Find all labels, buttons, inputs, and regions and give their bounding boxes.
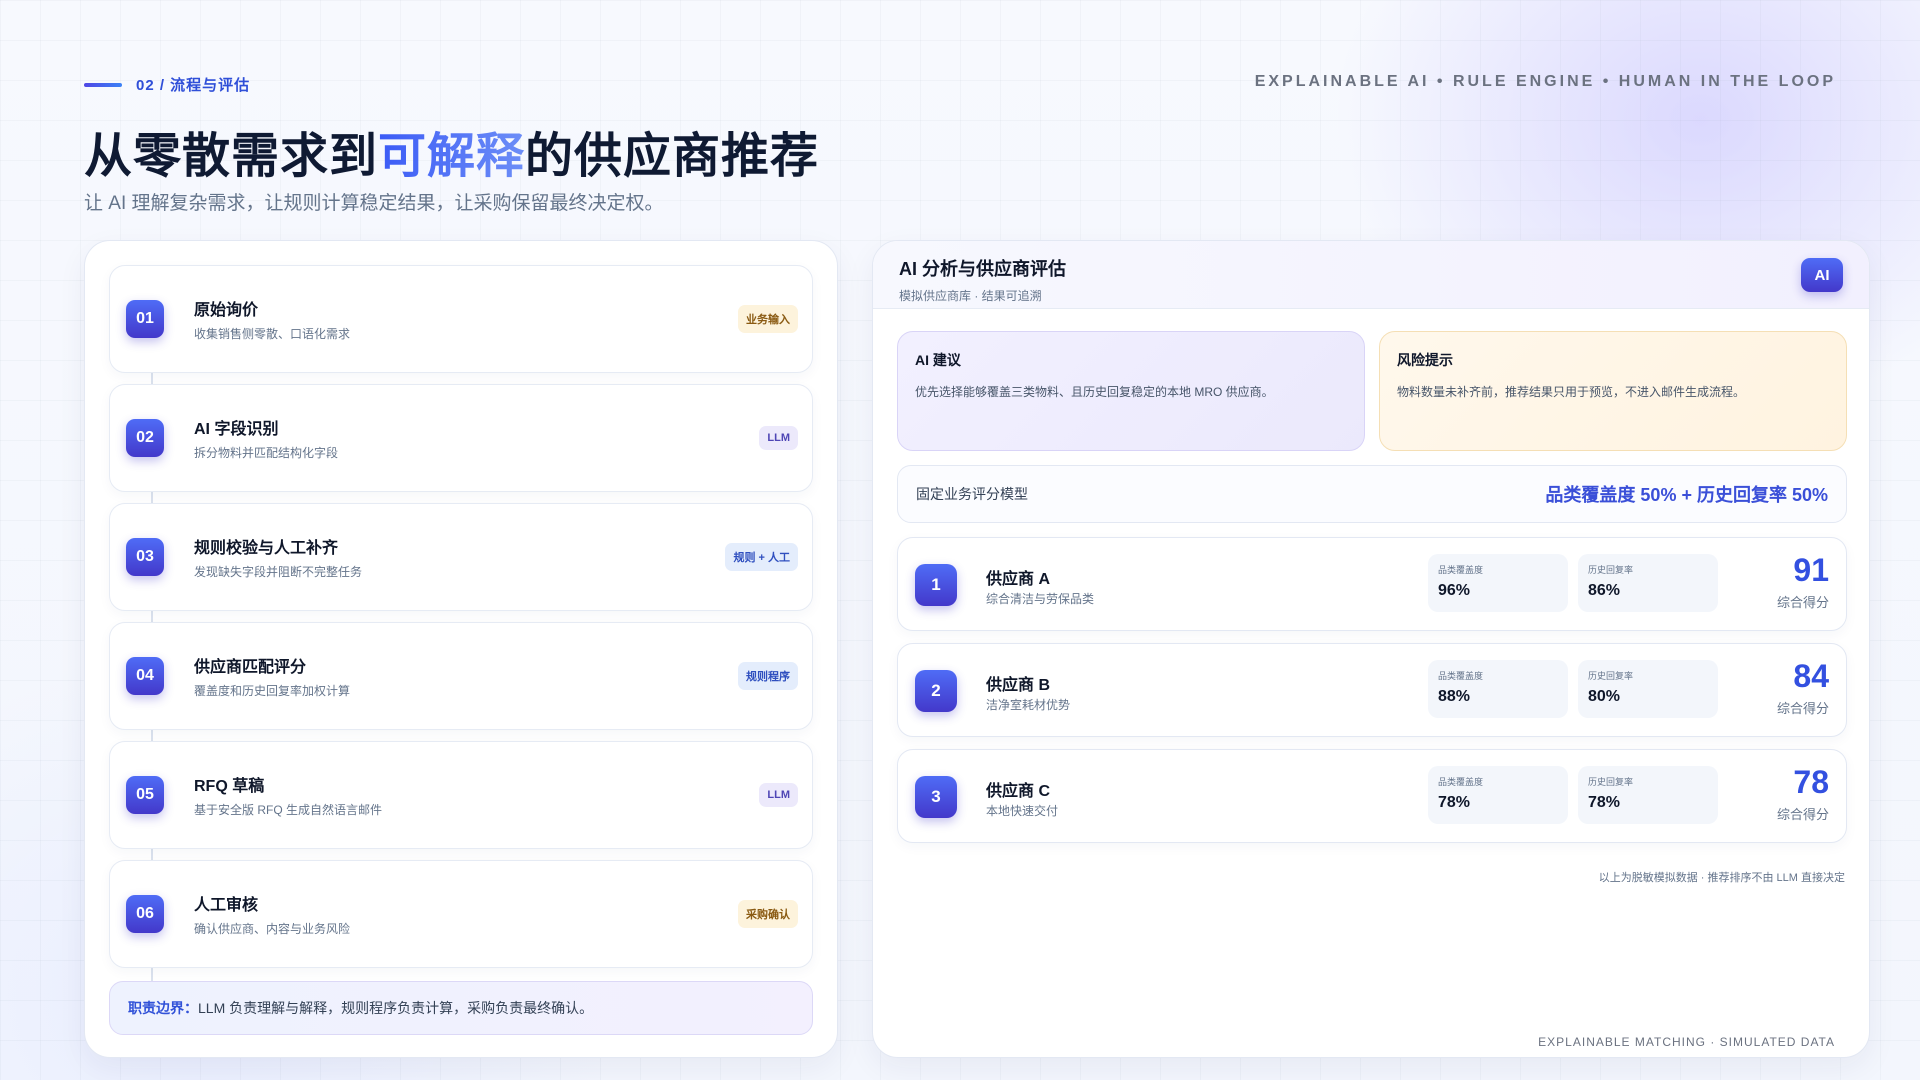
score-label: 综合得分: [1776, 595, 1829, 610]
coverage-metric: 品类覆盖度 88%: [1428, 660, 1568, 718]
supplier-description: 本地快速交付: [986, 804, 1059, 818]
step-number: 01: [126, 300, 164, 338]
step-number: 03: [126, 538, 164, 576]
supplier-row[interactable]: 3 供应商 C 本地快速交付 品类覆盖度 78% 历史回复率 78% 78 综合…: [897, 749, 1847, 843]
step-badge: LLM: [759, 426, 798, 450]
step-title: 供应商匹配评分: [194, 659, 307, 676]
score-label: 综合得分: [1776, 701, 1829, 716]
supplier-description: 洁净室耗材优势: [986, 698, 1071, 712]
kicker-bar: [84, 82, 122, 87]
reply-rate-metric: 历史回复率 86%: [1578, 554, 1718, 612]
duty-label: 职责边界：: [128, 1000, 198, 1016]
supplier-rank: 1: [915, 564, 957, 606]
process-step[interactable]: 01 原始询价 收集销售侧零散、口语化需求 业务输入: [109, 265, 813, 373]
supplier-row[interactable]: 2 供应商 B 洁净室耗材优势 品类覆盖度 88% 历史回复率 80% 84 综…: [897, 643, 1847, 737]
top-tagline: EXPLAINABLE AI • RULE ENGINE • HUMAN IN …: [1254, 73, 1836, 90]
step-number: 05: [126, 776, 164, 814]
step-badge: 规则 + 人工: [725, 543, 798, 571]
ai-suggestion-card: AI 建议 优先选择能够覆盖三类物料、且历史回复稳定的本地 MRO 供应商。: [897, 331, 1365, 451]
card-title: 风险提示: [1397, 352, 1453, 368]
card-text: 物料数量未补齐前，推荐结果只用于预览，不进入邮件生成流程。: [1397, 385, 1746, 399]
metric-value: 88%: [1438, 688, 1471, 705]
supplier-row[interactable]: 1 供应商 A 综合清洁与劳保品类 品类覆盖度 96% 历史回复率 86% 91…: [897, 537, 1847, 631]
process-step[interactable]: 02 AI 字段识别 拆分物料并匹配结构化字段 LLM: [109, 384, 813, 492]
process-panel: 01 原始询价 收集销售侧零散、口语化需求 业务输入 02 AI 字段识别 拆分…: [84, 240, 838, 1058]
reply-rate-metric: 历史回复率 80%: [1578, 660, 1718, 718]
coverage-metric: 品类覆盖度 96%: [1428, 554, 1568, 612]
metric-value: 96%: [1438, 582, 1471, 599]
metric-label: 品类覆盖度: [1438, 671, 1484, 681]
step-description: 确认供应商、内容与业务风险: [194, 922, 351, 936]
card-text: 优先选择能够覆盖三类物料、且历史回复稳定的本地 MRO 供应商。: [915, 385, 1274, 399]
step-description: 收集销售侧零散、口语化需求: [194, 327, 351, 341]
step-number: 04: [126, 657, 164, 695]
metric-label: 历史回复率: [1588, 777, 1634, 787]
metric-value: 86%: [1588, 582, 1621, 599]
section-kicker: 02 / 流程与评估: [84, 74, 250, 95]
step-number: 02: [126, 419, 164, 457]
process-step[interactable]: 04 供应商匹配评分 覆盖度和历史回复率加权计算 规则程序: [109, 622, 813, 730]
panel-title: AI 分析与供应商评估: [899, 259, 1067, 279]
analysis-panel: AI 分析与供应商评估 模拟供应商库 · 结果可追溯 AI AI 建议 优先选择…: [872, 240, 1870, 1058]
metric-label: 历史回复率: [1588, 565, 1634, 575]
ai-badge-icon: AI: [1801, 258, 1843, 292]
title-highlight: 可解释: [378, 130, 526, 183]
metric-value: 78%: [1438, 794, 1471, 811]
step-number: 06: [126, 895, 164, 933]
supplier-name: 供应商 A: [986, 571, 1051, 588]
risk-warning-card: 风险提示 物料数量未补齐前，推荐结果只用于预览，不进入邮件生成流程。: [1379, 331, 1847, 451]
title-suffix: 的供应商推荐: [525, 130, 820, 183]
step-badge: LLM: [759, 783, 798, 807]
section-label: 02 / 流程与评估: [136, 77, 251, 94]
metric-label: 历史回复率: [1588, 671, 1634, 681]
step-title: RFQ 草稿: [194, 778, 265, 795]
step-description: 拆分物料并匹配结构化字段: [194, 446, 339, 460]
supplier-rank: 3: [915, 776, 957, 818]
supplier-name: 供应商 C: [986, 783, 1051, 800]
score-value: 84: [1793, 658, 1829, 694]
step-title: 原始询价: [194, 302, 259, 319]
step-description: 覆盖度和历史回复率加权计算: [194, 684, 351, 698]
supplier-name: 供应商 B: [986, 677, 1051, 694]
supplier-score: 91 综合得分: [1777, 554, 1829, 611]
title-prefix: 从零散需求到: [84, 130, 379, 183]
score-value: 78: [1793, 764, 1829, 800]
metric-label: 品类覆盖度: [1438, 565, 1484, 575]
metric-value: 80%: [1588, 688, 1621, 705]
coverage-metric: 品类覆盖度 78%: [1428, 766, 1568, 824]
metric-label: 品类覆盖度: [1438, 777, 1484, 787]
reply-rate-metric: 历史回复率 78%: [1578, 766, 1718, 824]
scoring-model-bar: 固定业务评分模型 品类覆盖度 50% + 历史回复率 50%: [897, 465, 1847, 523]
data-disclaimer: 以上为脱敏模拟数据 · 推荐排序不由 LLM 直接决定: [1598, 872, 1845, 884]
card-title: AI 建议: [915, 352, 961, 368]
footer-note: EXPLAINABLE MATCHING · SIMULATED DATA: [1538, 1035, 1835, 1049]
step-title: 人工审核: [194, 897, 259, 914]
supplier-score: 84 综合得分: [1777, 660, 1829, 717]
duty-text: LLM 负责理解与解释，规则程序负责计算，采购负责最终确认。: [198, 1000, 594, 1016]
step-title: AI 字段识别: [194, 421, 279, 438]
process-step[interactable]: 05 RFQ 草稿 基于安全版 RFQ 生成自然语言邮件 LLM: [109, 741, 813, 849]
process-step[interactable]: 06 人工审核 确认供应商、内容与业务风险 采购确认: [109, 860, 813, 968]
duty-boundary-note: 职责边界： LLM 负责理解与解释，规则程序负责计算，采购负责最终确认。: [109, 981, 813, 1035]
step-badge: 业务输入: [738, 305, 798, 333]
model-label: 固定业务评分模型: [916, 486, 1028, 502]
page-subtitle: 让 AI 理解复杂需求，让规则计算稳定结果，让采购保留最终决定权。: [84, 193, 664, 214]
panel-header: AI 分析与供应商评估 模拟供应商库 · 结果可追溯 AI: [873, 241, 1869, 309]
panel-subtitle: 模拟供应商库 · 结果可追溯: [899, 289, 1042, 303]
process-step[interactable]: 03 规则校验与人工补齐 发现缺失字段并阻断不完整任务 规则 + 人工: [109, 503, 813, 611]
score-value: 91: [1793, 552, 1829, 588]
supplier-rank: 2: [915, 670, 957, 712]
step-description: 基于安全版 RFQ 生成自然语言邮件: [194, 803, 382, 817]
metric-value: 78%: [1588, 794, 1621, 811]
supplier-description: 综合清洁与劳保品类: [986, 592, 1095, 606]
step-badge: 规则程序: [738, 662, 798, 690]
model-formula: 品类覆盖度 50% + 历史回复率 50%: [1545, 485, 1828, 505]
step-description: 发现缺失字段并阻断不完整任务: [194, 565, 363, 579]
score-label: 综合得分: [1776, 807, 1829, 822]
step-badge: 采购确认: [738, 900, 798, 928]
step-title: 规则校验与人工补齐: [194, 540, 339, 557]
supplier-score: 78 综合得分: [1777, 766, 1829, 823]
page-title: 从零散需求到可解释的供应商推荐: [84, 116, 819, 186]
